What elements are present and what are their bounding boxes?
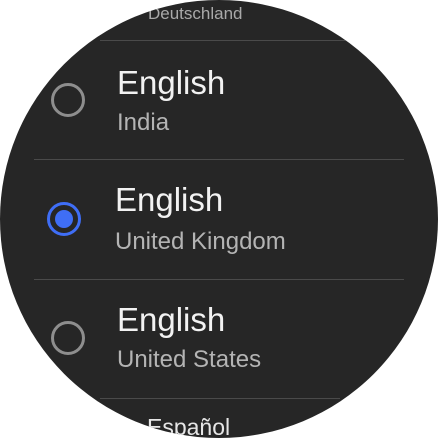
language-name: English xyxy=(117,301,226,338)
language-item-espanol[interactable]: Español xyxy=(0,399,438,438)
radio-button[interactable] xyxy=(51,321,85,355)
language-item-deutschland[interactable]: Deutschland xyxy=(0,0,438,40)
language-item-english-us[interactable]: English United States xyxy=(0,280,438,398)
language-region: India xyxy=(117,109,170,136)
language-name: English xyxy=(115,181,224,218)
language-item-english-india[interactable]: English India xyxy=(0,41,438,159)
language-item-english-uk[interactable]: English United Kingdom xyxy=(0,160,438,279)
language-region: United States xyxy=(117,346,262,373)
language-region: Deutschland xyxy=(148,4,243,23)
radio-dot xyxy=(55,210,73,228)
radio-button-selected[interactable] xyxy=(47,202,81,236)
watch-screen: Deutschland English India English United… xyxy=(0,0,438,438)
language-name: Español xyxy=(147,414,231,438)
radio-button[interactable] xyxy=(51,83,85,117)
language-region: United Kingdom xyxy=(115,228,286,255)
language-name: English xyxy=(117,64,226,101)
